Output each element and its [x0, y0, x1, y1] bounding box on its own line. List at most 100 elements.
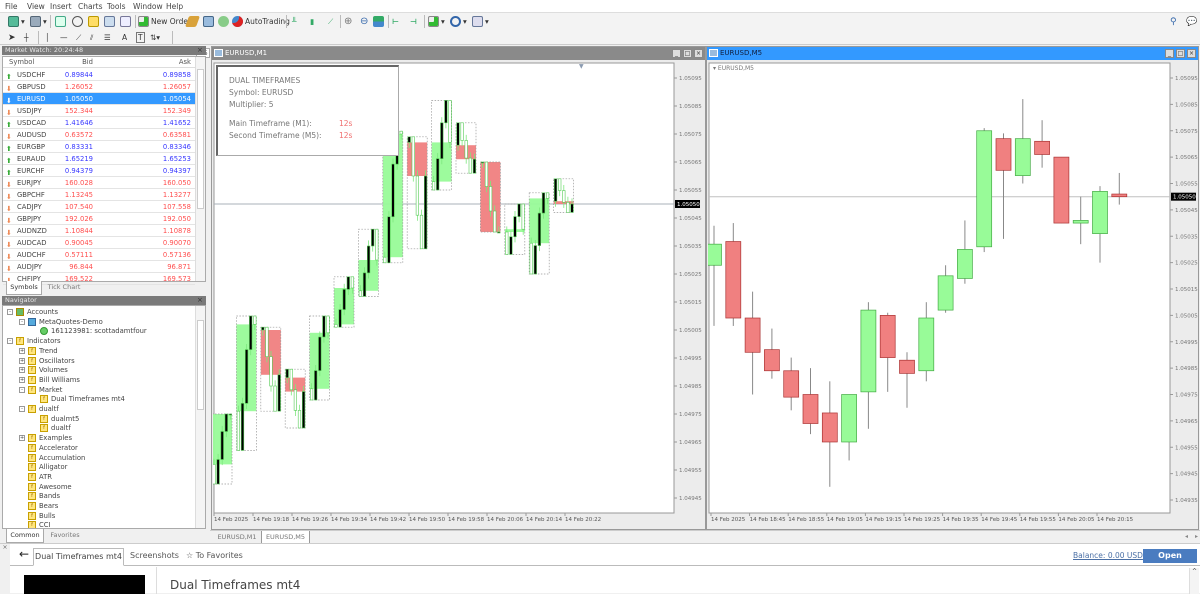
market-button[interactable]	[218, 15, 229, 28]
market-watch-row[interactable]: ⬇ AUDCHF 0.57111 0.57136	[3, 249, 195, 261]
back-arrow-icon[interactable]: ←	[19, 547, 29, 561]
chart-m1-titlebar[interactable]: EURUSD,M1 _ □ ×	[212, 47, 705, 60]
navigator-item[interactable]: f Bands	[19, 491, 60, 501]
market-watch-row[interactable]: ⬇ USDJPY 152.344 152.349	[3, 105, 195, 117]
navigator-item[interactable]: f Dual Timeframes mt4	[31, 394, 125, 404]
market-watch-row[interactable]: ⬇ GBPUSD 1.26052 1.26057	[3, 81, 195, 93]
scroll-right-icon[interactable]: ▸	[1195, 533, 1198, 540]
market-watch-row[interactable]: ⬆ EURGBP 0.83331 0.83346	[3, 141, 195, 153]
menu-tools[interactable]: Tools	[107, 2, 125, 11]
navigator-item[interactable]: f Bulls	[19, 511, 55, 521]
profiles-button[interactable]: ▾	[30, 15, 47, 28]
metaeditor-button[interactable]	[184, 15, 201, 28]
vertical-line-tool[interactable]: │	[45, 31, 50, 44]
navigator-item[interactable]: - Accounts	[7, 307, 58, 317]
market-watch-row[interactable]: ⬇ AUDCAD 0.90045 0.90070	[3, 237, 195, 249]
market-watch-row[interactable]: ⬇ AUDJPY 96.844 96.871	[3, 261, 195, 273]
market-watch-row[interactable]: ⬆ EURCHF 0.94379 0.94397	[3, 165, 195, 177]
new-chart-button[interactable]: ▾	[8, 15, 25, 28]
chart-m5-canvas[interactable]: 1.05095 1.05085 1.05075 1.05065 1.05055 1.050…	[708, 61, 1198, 529]
line-chart-button[interactable]: ⟋	[328, 15, 333, 28]
collapse-icon[interactable]: -	[19, 386, 25, 393]
tab-favorites[interactable]: Favorites	[46, 529, 84, 542]
autoscroll-button[interactable]: ⊢	[392, 15, 399, 28]
market-watch-row[interactable]: ⬇ AUDNZD 1.10844 1.10878	[3, 225, 195, 237]
market-watch-row[interactable]: ⬇ CADJPY 107.540 107.558	[3, 201, 195, 213]
label-tool[interactable]: T	[136, 31, 145, 44]
navigator-item[interactable]: f Accumulation	[19, 453, 85, 463]
terminal-button[interactable]	[104, 15, 115, 28]
navigator-item[interactable]: f Alligator	[19, 462, 67, 472]
navigator-item[interactable]: - MetaQuotes-Demo	[19, 317, 103, 327]
market-watch-scrollbar[interactable]	[195, 57, 205, 281]
navigator-button[interactable]	[88, 15, 99, 28]
navigator-item[interactable]: - f dualtf	[19, 404, 59, 414]
zoom-in-button[interactable]: ⊕	[344, 15, 352, 28]
navigator-item[interactable]: + f Volumes	[19, 365, 68, 375]
menu-insert[interactable]: Insert	[50, 2, 72, 11]
new-order-button[interactable]: New Order	[138, 15, 191, 28]
menu-file[interactable]: File	[5, 2, 18, 11]
navigator-item[interactable]: f dualtf	[31, 423, 71, 433]
collapse-icon[interactable]: -	[7, 309, 13, 315]
navigator-scrollbar[interactable]	[195, 306, 205, 528]
market-watch-row[interactable]: ⬇ AUDUSD 0.63572 0.63581	[3, 129, 195, 141]
tab-product-overview[interactable]: Dual Timeframes mt4	[33, 548, 124, 566]
crosshair-tool[interactable]: ┼	[24, 31, 29, 44]
collapse-icon[interactable]: -	[7, 338, 13, 345]
text-tool[interactable]: A	[122, 31, 127, 44]
arrows-tool[interactable]: ⇅▾	[150, 31, 160, 44]
navigator-item[interactable]: f CCI	[19, 520, 51, 528]
navigator-close-icon[interactable]: ×	[197, 296, 203, 304]
scroll-left-icon[interactable]: ◂	[1185, 533, 1188, 540]
menu-help[interactable]: Help	[166, 2, 183, 11]
tester-button[interactable]	[120, 15, 131, 28]
close-button[interactable]: ×	[1187, 49, 1196, 58]
expand-icon[interactable]: +	[19, 367, 25, 374]
chart-shift-button[interactable]: ⊣	[410, 15, 417, 28]
print-button[interactable]	[203, 15, 214, 28]
navigator-item[interactable]: - f Market	[19, 385, 62, 395]
collapse-icon[interactable]: -	[19, 406, 25, 412]
market-watch-row[interactable]: ⬇ EURUSD 1.05050 1.05054	[3, 93, 195, 105]
product-scrollbar[interactable]: ^	[1189, 568, 1199, 594]
column-bid[interactable]: Bid	[82, 57, 93, 68]
market-watch-row[interactable]: ⬆ EURAUD 1.65219 1.65253	[3, 153, 195, 165]
navigator-item[interactable]: f dualmt5	[31, 414, 79, 424]
expand-icon[interactable]: +	[19, 357, 25, 364]
tab-common[interactable]: Common	[6, 529, 44, 543]
column-ask[interactable]: Ask	[179, 57, 191, 68]
navigator-item[interactable]: + f Examples	[19, 433, 72, 443]
navigator-item[interactable]: - f Indicators	[7, 336, 61, 346]
autotrading-button[interactable]: AutoTrading	[232, 15, 290, 28]
menu-view[interactable]: View	[27, 2, 45, 11]
chat-button[interactable]: 💬	[1186, 15, 1197, 28]
navigator-item[interactable]: f Bears	[19, 501, 58, 511]
search-button[interactable]: ⚲	[1170, 15, 1177, 28]
indicators-button[interactable]: ▾	[428, 15, 445, 28]
data-window-button[interactable]	[72, 15, 83, 28]
navigator-item[interactable]: f ATR	[19, 472, 52, 482]
horizontal-line-tool[interactable]: —	[60, 31, 68, 44]
chart-window-m1[interactable]: EURUSD,M1 _ □ × ▼ 1.05095 1.05085 1.05075 1.…	[211, 46, 706, 530]
tile-windows-button[interactable]	[373, 15, 384, 28]
panel-close-icon[interactable]: ×	[0, 544, 10, 594]
navigator-item[interactable]: + f Bill Williams	[19, 375, 80, 385]
expand-icon[interactable]: +	[19, 347, 25, 354]
open-button[interactable]: Open	[1143, 549, 1197, 563]
cursor-tool[interactable]: ➤	[8, 31, 16, 44]
minimize-button[interactable]: _	[1165, 49, 1174, 58]
zoom-out-button[interactable]: ⊖	[360, 15, 368, 28]
periods-button[interactable]: ▾	[450, 15, 467, 28]
trendline-tool[interactable]: ⟋	[76, 31, 81, 44]
navigator-item[interactable]: 161123981: scottadamtfour	[31, 326, 147, 336]
market-watch-row[interactable]: ⬇ GBPJPY 192.026 192.050	[3, 213, 195, 225]
maximize-button[interactable]: □	[683, 49, 692, 58]
chart-m5-titlebar[interactable]: EURUSD,M5 _ □ ×	[707, 47, 1198, 60]
chart-window-m5[interactable]: EURUSD,M5 _ □ × 1.05095 1.05085 1.05075 1.0…	[706, 46, 1199, 530]
market-watch-row[interactable]: ⬇ EURJPY 160.028 160.050	[3, 177, 195, 189]
navigator-item[interactable]: + f Oscillators	[19, 356, 75, 366]
candlestick-button[interactable]: ▮	[310, 15, 314, 28]
menu-charts[interactable]: Charts	[78, 2, 103, 11]
market-watch-row[interactable]: ⬆ USDCHF 0.89844 0.89858	[3, 69, 195, 81]
